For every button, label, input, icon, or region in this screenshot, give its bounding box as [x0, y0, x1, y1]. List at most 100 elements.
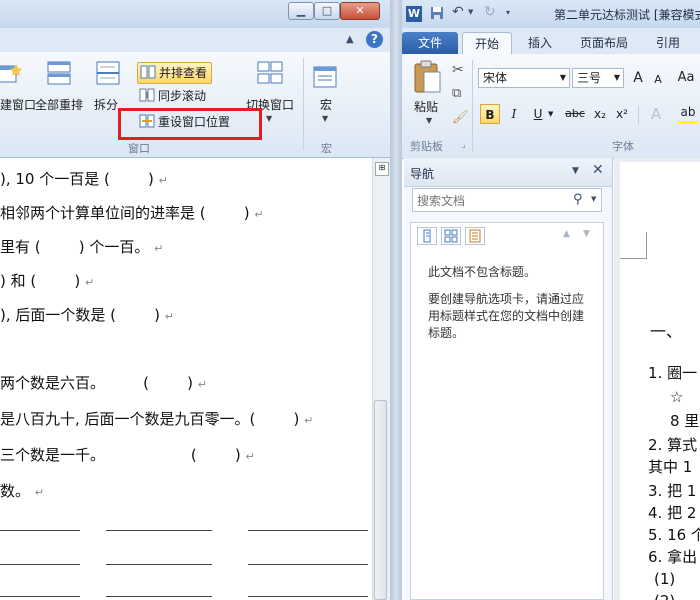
superscript-button[interactable]: x² — [612, 104, 632, 124]
save-icon[interactable] — [430, 6, 444, 20]
format-painter-icon[interactable]: 🖌 — [452, 110, 469, 125]
create-headings-hint: 要创建导航选项卡，请通过应用标题样式在您的文档中创建标题。 — [428, 292, 585, 340]
tab-references[interactable]: 引用 — [648, 32, 688, 54]
nav-pane-menu-icon[interactable]: ▼ — [572, 166, 579, 176]
ribbon-collapse-icon[interactable]: ▲ — [346, 34, 354, 45]
answer-line — [106, 564, 212, 565]
arrange-all-button[interactable] — [46, 60, 72, 89]
group-separator — [638, 106, 639, 124]
nav-pane-close-icon[interactable]: ✕ — [592, 162, 604, 178]
navigation-pane: 导航 ▼ ✕ ⚲ ▼ ▲ ▼ 此文档不包含标题。 要创建导航选项卡，请通过应用标… — [404, 158, 613, 600]
scroll-thumb[interactable] — [374, 400, 387, 600]
redo-icon[interactable]: ↻ — [484, 4, 496, 20]
doc-line-5: ), 后面一个数是 ( ) ↵ — [0, 306, 175, 324]
shrink-font-button[interactable]: A — [648, 70, 668, 90]
right-document-page: 一、 1. 圈一 ☆ 8 里 2. 算式 其中 1 3. 把 1 4. 把 2 … — [620, 162, 700, 600]
close-button[interactable]: ✕ — [340, 2, 380, 20]
previous-result-icon[interactable]: ▲ — [563, 229, 570, 239]
help-icon[interactable]: ? — [366, 31, 383, 48]
strikethrough-button[interactable]: abc — [562, 104, 588, 124]
new-window-label: 建窗口 — [0, 98, 37, 112]
highlight-color-button[interactable]: ab — [678, 104, 698, 124]
pages-tab-icon — [444, 229, 458, 243]
macros-button[interactable] — [312, 64, 338, 93]
split-button[interactable] — [95, 60, 121, 89]
macros-dropdown-icon[interactable]: ▼ — [322, 114, 328, 123]
group-separator — [303, 58, 304, 150]
macros-icon — [313, 66, 337, 88]
font-name-select[interactable]: 宋体 ▼ — [478, 68, 570, 88]
doc-line-3: 里有 ( ) 个一百。 ↵ — [0, 238, 164, 256]
chevron-down-icon: ▼ — [613, 73, 620, 82]
copy-icon[interactable]: ⧉ — [452, 86, 461, 101]
doc-line-7: 两个数是六百。 ( ) ↵ — [0, 374, 207, 392]
doc-line: 2. 算式 — [648, 436, 698, 454]
doc-line: 8 里 — [670, 412, 700, 430]
switch-windows-icon — [257, 61, 283, 84]
word-app-icon[interactable]: W — [406, 6, 422, 22]
subscript-button[interactable]: x₂ — [590, 104, 610, 124]
doc-line-2: 相邻两个计算单位间的进率是 ( ) ↵ — [0, 204, 264, 222]
answer-line — [106, 530, 212, 531]
text-effects-button[interactable]: A — [646, 104, 666, 124]
nav-pane-header: 导航 ▼ ✕ — [404, 158, 612, 187]
undo-icon[interactable]: ↶ — [452, 4, 464, 20]
nav-search-input[interactable] — [413, 189, 569, 213]
tab-insert[interactable]: 插入 — [520, 32, 560, 54]
underline-dropdown-icon[interactable]: ▼ — [548, 110, 553, 118]
doc-line: 其中 1 — [648, 458, 693, 476]
tab-pages[interactable] — [441, 227, 461, 245]
search-icon[interactable]: ⚲ — [573, 192, 583, 207]
highlight-box — [118, 108, 262, 140]
tab-headings[interactable] — [417, 227, 437, 245]
window-title: 第二单元达标测试 [兼容模式 — [554, 8, 700, 22]
ribbon-tab-row: 文件 开始 插入 页面布局 引用 — [402, 28, 700, 55]
switch-windows-button[interactable] — [254, 60, 286, 89]
nav-search-box[interactable]: ⚲ ▼ — [412, 188, 602, 213]
search-dropdown-icon[interactable]: ▼ — [591, 195, 596, 203]
italic-button[interactable]: I — [504, 104, 524, 124]
margin-corner-mark — [620, 232, 647, 259]
tab-file[interactable]: 文件 — [402, 32, 458, 54]
answer-line — [248, 596, 368, 597]
doc-line-4: ) 和 ( ) ↵ — [0, 272, 95, 290]
doc-line: 4. 把 2 — [648, 504, 697, 522]
chevron-down-icon: ▼ — [559, 73, 566, 82]
view-side-by-side-button[interactable]: 并排查看 — [137, 62, 213, 84]
customize-toolbar-icon[interactable]: ▾ — [506, 8, 510, 17]
left-title-bar: ▁ □ ✕ — [0, 0, 390, 28]
answer-line — [248, 530, 368, 531]
tab-home[interactable]: 开始 — [462, 32, 512, 55]
change-case-button[interactable]: Aa — [676, 68, 696, 88]
view-ribbon: 建窗口 全部重排 拆分 并排查看 同步滚动 重设窗口位置 窗口 切换窗口 ▼ 宏… — [0, 52, 390, 158]
new-window-icon — [0, 64, 22, 83]
right-word-window: W ↶ ▼ ↻ ▾ 第二单元达标测试 [兼容模式 文件 开始 插入 页面布局 引… — [402, 0, 700, 600]
next-result-icon[interactable]: ▼ — [583, 229, 590, 239]
paste-button[interactable] — [412, 60, 442, 97]
answer-line — [248, 564, 368, 565]
cut-icon[interactable]: ✂ — [452, 62, 464, 78]
tab-page-layout[interactable]: 页面布局 — [572, 32, 636, 54]
headings-tab-icon — [423, 229, 431, 243]
clipboard-launcher-icon[interactable]: ⌟ — [462, 140, 466, 149]
split-label: 拆分 — [94, 98, 119, 112]
grow-font-button[interactable]: A — [628, 68, 648, 88]
underline-button[interactable]: U — [528, 104, 548, 124]
undo-dropdown-icon[interactable]: ▼ — [468, 8, 473, 16]
window-group-label: 窗口 — [128, 142, 150, 155]
bold-button[interactable]: B — [480, 104, 500, 124]
doc-line-9: 三个数是一千。 ( ) ↵ — [0, 446, 255, 464]
left-ribbon-tab-row: ▲ ? — [0, 28, 390, 52]
sync-scrolling-button[interactable]: 同步滚动 — [139, 86, 206, 106]
switch-windows-dropdown-icon[interactable]: ▼ — [266, 114, 272, 123]
maximize-button[interactable]: □ — [314, 2, 340, 20]
sync-scrolling-icon — [139, 88, 155, 102]
tab-results[interactable] — [465, 227, 485, 245]
new-window-button[interactable] — [0, 62, 22, 91]
minimize-button[interactable]: ▁ — [288, 2, 314, 20]
ruler-toggle-icon[interactable]: ⊞ — [375, 162, 389, 176]
font-size-select[interactable]: 三号 ▼ — [572, 68, 624, 88]
font-size-value: 三号 — [577, 71, 602, 85]
paste-dropdown-icon[interactable]: ▼ — [426, 116, 432, 125]
font-group-label: 字体 — [612, 140, 634, 153]
